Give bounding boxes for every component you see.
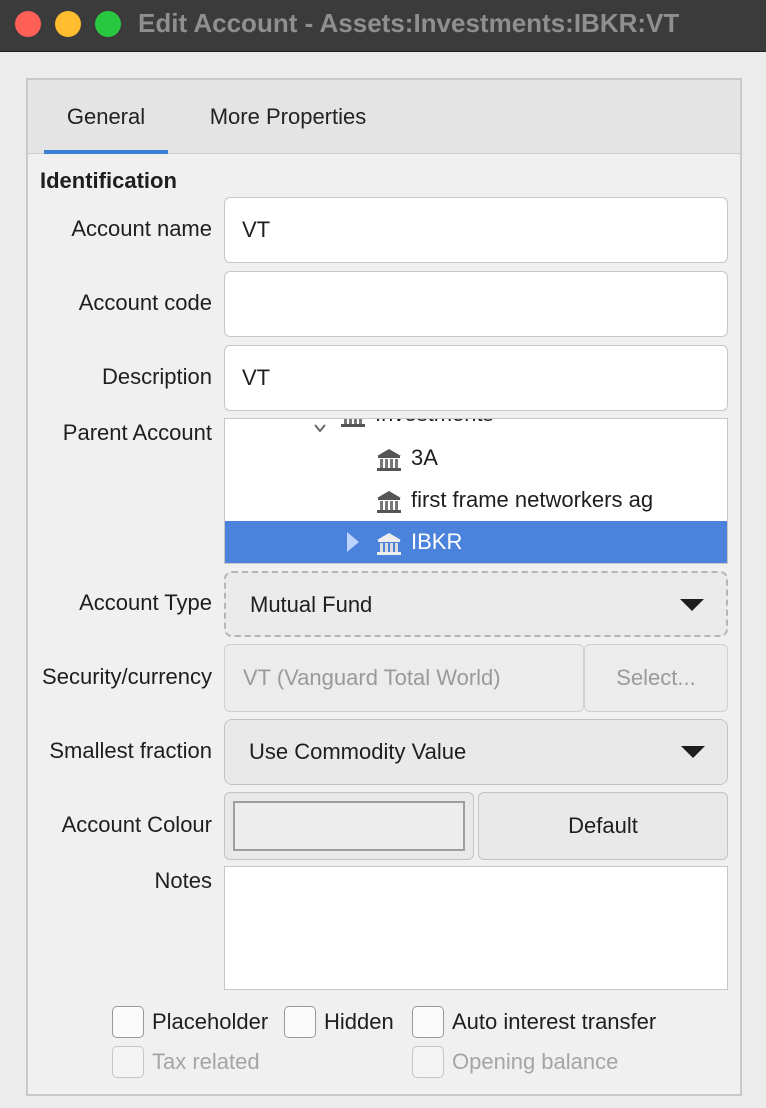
checkbox-box (112, 1046, 144, 1078)
account-code-input[interactable] (224, 271, 728, 337)
colour-swatch (233, 801, 465, 851)
checkbox-label: Opening balance (452, 1049, 619, 1074)
parent-account-tree[interactable]: Investments 3A first frame networkers ag… (224, 418, 728, 564)
tab-general[interactable]: General (44, 80, 168, 154)
minimize-window-button[interactable] (55, 11, 81, 37)
tree-row-investments[interactable]: Investments (225, 419, 727, 435)
section-title-identification: Identification (40, 168, 177, 193)
smallest-fraction-label: Smallest fraction (49, 738, 212, 763)
checkbox-label: Placeholder (152, 1009, 269, 1034)
checkbox-box (412, 1046, 444, 1078)
parent-account-label: Parent Account (62, 420, 212, 445)
smallest-fraction-value: Use Commodity Value (249, 739, 467, 764)
tree-row-ibkr[interactable]: IBKR (225, 521, 727, 563)
account-name-label: Account name (71, 216, 212, 241)
security-currency-label: Security/currency (42, 664, 212, 689)
bank-account-icon (375, 529, 403, 557)
zoom-window-button[interactable] (95, 11, 121, 37)
tree-row-first-frame-networkers[interactable]: first frame networkers ag (225, 479, 727, 521)
notes-label: Notes (154, 868, 212, 893)
chevron-down-icon (681, 746, 705, 758)
bank-account-icon (339, 419, 367, 427)
account-code-label: Account code (78, 290, 212, 315)
checkbox-label: Tax related (152, 1049, 260, 1074)
notes-textarea[interactable] (224, 866, 728, 990)
default-colour-button[interactable]: Default (478, 792, 728, 860)
security-currency-field: VT (Vanguard Total World) (224, 644, 584, 712)
chevron-down-icon (680, 599, 704, 611)
smallest-fraction-dropdown[interactable]: Use Commodity Value (224, 719, 728, 785)
bank-account-icon (375, 445, 403, 471)
disclosure-triangle-icon[interactable] (347, 532, 359, 552)
account-type-dropdown[interactable]: Mutual Fund (224, 571, 728, 637)
account-name-input[interactable]: VT (224, 197, 728, 263)
tree-row-label: Investments (375, 419, 494, 435)
account-colour-picker[interactable] (224, 792, 474, 860)
tree-row-label: first frame networkers ag (411, 487, 654, 512)
checkbox-label: Auto interest transfer (452, 1009, 657, 1034)
tab-bar: General More Properties (28, 80, 740, 154)
checkbox-box[interactable] (412, 1006, 444, 1038)
select-security-button: Select... (584, 644, 728, 712)
description-label: Description (101, 364, 212, 389)
tree-row-label: 3A (411, 445, 438, 470)
window-title: Edit Account - Assets:Investments:IBKR:V… (138, 8, 680, 38)
checkbox-box[interactable] (284, 1006, 316, 1038)
title-bar: Edit Account - Assets:Investments:IBKR:V… (0, 0, 766, 52)
checkbox-box[interactable] (112, 1006, 144, 1038)
tree-row-3a[interactable]: 3A (225, 437, 727, 479)
tree-row-label: IBKR (411, 529, 463, 554)
bank-account-icon (375, 487, 403, 513)
account-type-label: Account Type (79, 590, 212, 615)
checkbox-label: Hidden (324, 1009, 394, 1034)
close-window-button[interactable] (15, 11, 41, 37)
account-type-value: Mutual Fund (250, 592, 373, 617)
account-colour-label: Account Colour (61, 812, 212, 837)
description-input[interactable]: VT (224, 345, 728, 411)
tab-more-properties[interactable]: More Properties (198, 80, 378, 154)
